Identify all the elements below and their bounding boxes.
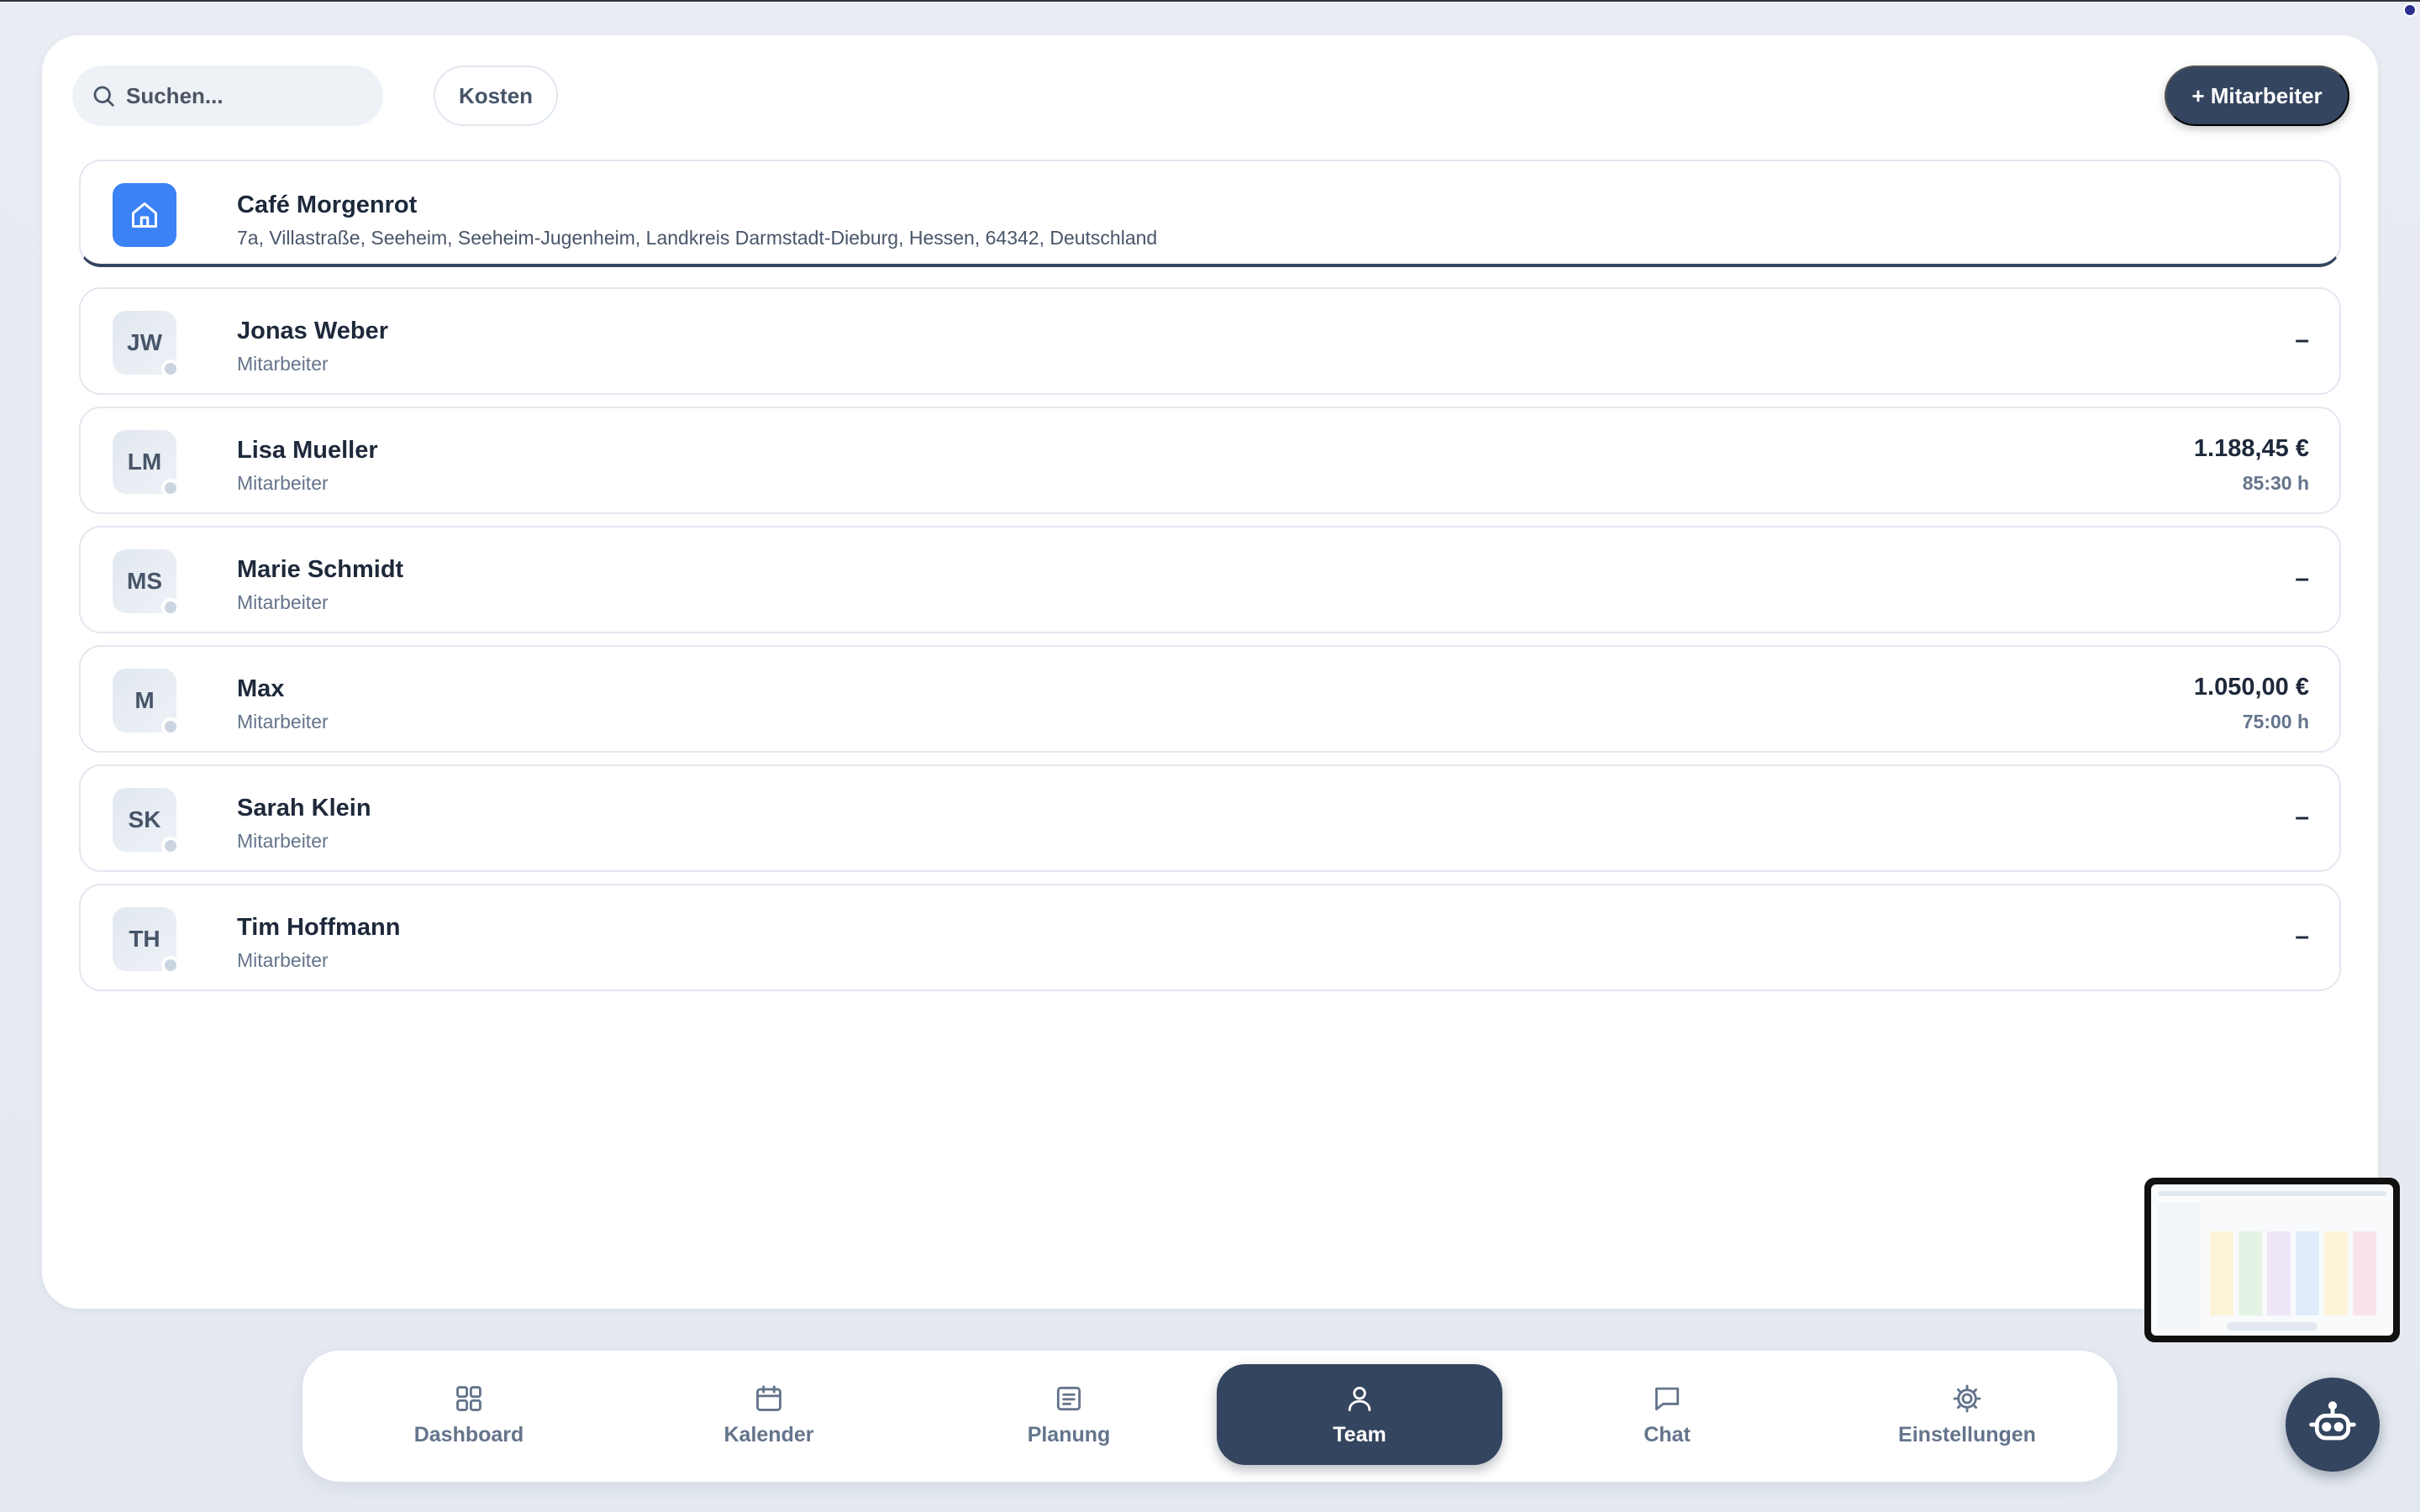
member-name: Max	[237, 675, 285, 702]
member-hours: 75:00 h	[2242, 711, 2309, 732]
location-name: Café Morgenrot	[237, 192, 418, 218]
avatar: MS	[113, 549, 180, 617]
search-box[interactable]	[72, 66, 383, 126]
member-role: Mitarbeiter	[237, 949, 329, 971]
member-cost: –	[2295, 564, 2309, 592]
status-dot	[161, 360, 180, 378]
status-dot	[161, 956, 180, 974]
search-input[interactable]	[126, 82, 378, 109]
screen-preview-thumbnail[interactable]	[2144, 1178, 2400, 1342]
nav-item-team[interactable]: Team	[1217, 1364, 1502, 1465]
gear-icon	[1953, 1384, 1981, 1412]
member-row[interactable]: TH Tim Hoffmann Mitarbeiter –	[79, 884, 2341, 991]
home-icon	[113, 183, 176, 247]
nav-label: Chat	[1644, 1422, 1691, 1446]
member-cost: –	[2295, 326, 2309, 354]
status-dot	[161, 598, 180, 617]
grid-icon	[456, 1385, 481, 1411]
avatar: M	[113, 669, 180, 736]
add-employee-button[interactable]: + Mitarbeiter	[2165, 66, 2349, 126]
nav-item-dashboard[interactable]: Dashboard	[326, 1364, 612, 1465]
location-card[interactable]: Café Morgenrot 7a, Villastraße, Seeheim,…	[79, 160, 2341, 267]
member-cost: 1.050,00 €	[2193, 674, 2309, 701]
status-dot	[161, 837, 180, 855]
member-cost: 1.188,45 €	[2193, 435, 2309, 462]
member-role: Mitarbeiter	[237, 353, 329, 375]
nav-label: Dashboard	[413, 1422, 524, 1446]
member-row[interactable]: JW Jonas Weber Mitarbeiter –	[79, 287, 2341, 395]
member-cost: –	[2295, 922, 2309, 950]
member-name: Sarah Klein	[237, 795, 371, 822]
location-address: 7a, Villastraße, Seeheim, Seeheim-Jugenh…	[237, 227, 1158, 249]
member-name: Tim Hoffmann	[237, 914, 401, 941]
avatar: LM	[113, 430, 180, 497]
kosten-button[interactable]: Kosten	[434, 66, 558, 126]
nav-label: Kalender	[723, 1422, 814, 1446]
calendar-icon	[756, 1384, 781, 1411]
chat-icon	[1655, 1387, 1680, 1410]
nav-label: Team	[1333, 1422, 1386, 1446]
member-cost: –	[2295, 803, 2309, 831]
robot-icon	[2309, 1401, 2356, 1441]
search-icon	[93, 86, 114, 107]
preview-image	[2151, 1184, 2393, 1336]
nav-item-einstellungen[interactable]: Einstellungen	[1824, 1364, 2110, 1465]
member-role: Mitarbeiter	[237, 830, 329, 852]
nav-label: Einstellungen	[1898, 1422, 2036, 1446]
user-icon	[1348, 1386, 1371, 1411]
member-row[interactable]: SK Sarah Klein Mitarbeiter –	[79, 764, 2341, 872]
member-role: Mitarbeiter	[237, 591, 329, 613]
toolbar: Kosten + Mitarbeiter	[72, 66, 2349, 126]
nav-item-chat[interactable]: Chat	[1524, 1364, 1810, 1465]
nav-item-planung[interactable]: Planung	[926, 1364, 1212, 1465]
bottom-navigation: Dashboard Kalender Planung Team Chat Ein…	[302, 1351, 2118, 1482]
status-indicator	[2403, 3, 2417, 17]
status-dot	[161, 717, 180, 736]
team-panel: Kosten + Mitarbeiter Café Morgenrot 7a, …	[42, 35, 2378, 1309]
status-dot	[161, 479, 180, 497]
member-row[interactable]: LM Lisa Mueller Mitarbeiter 1.188,45 € 8…	[79, 407, 2341, 514]
member-row[interactable]: M Max Mitarbeiter 1.050,00 € 75:00 h	[79, 645, 2341, 753]
member-role: Mitarbeiter	[237, 472, 329, 494]
document-icon	[1056, 1386, 1081, 1410]
nav-item-kalender[interactable]: Kalender	[626, 1364, 912, 1465]
member-row[interactable]: MS Marie Schmidt Mitarbeiter –	[79, 526, 2341, 633]
avatar: SK	[113, 788, 180, 855]
avatar: TH	[113, 907, 180, 974]
avatar: JW	[113, 311, 180, 378]
nav-label: Planung	[1027, 1422, 1111, 1446]
member-name: Jonas Weber	[237, 318, 388, 344]
member-name: Marie Schmidt	[237, 556, 404, 583]
member-name: Lisa Mueller	[237, 437, 378, 464]
member-hours: 85:30 h	[2242, 472, 2309, 494]
assistant-bot-button[interactable]	[2286, 1378, 2380, 1472]
window-top-border	[0, 0, 2420, 2]
member-role: Mitarbeiter	[237, 711, 329, 732]
